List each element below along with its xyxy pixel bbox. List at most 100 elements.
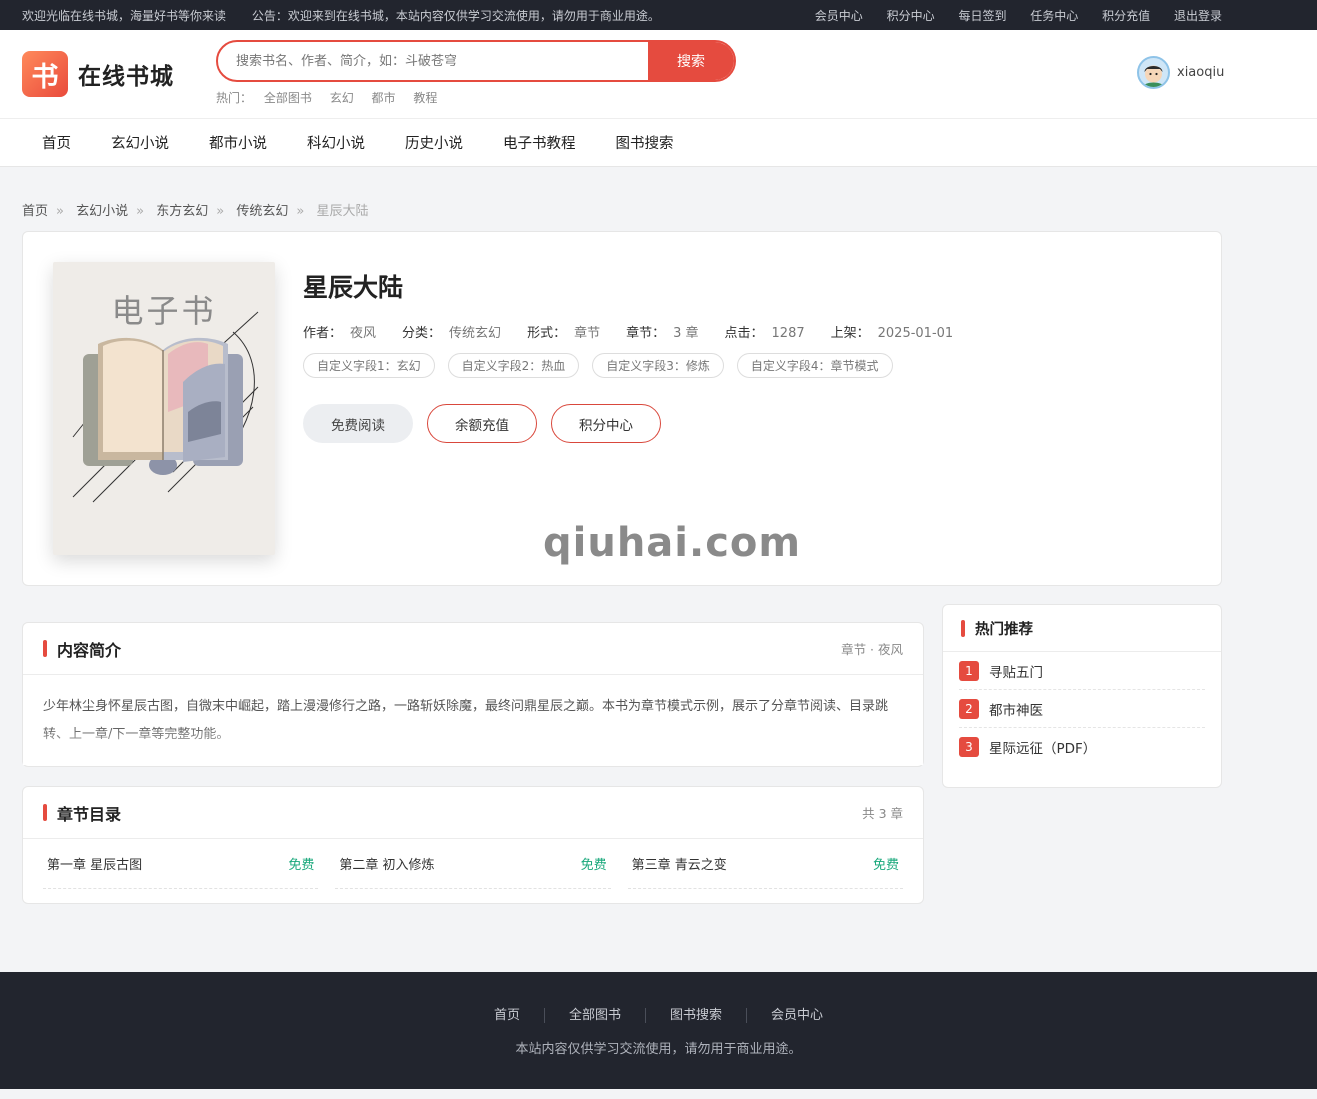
hot-keyword-fantasy[interactable]: 玄幻	[330, 91, 354, 105]
hot-recommend-list: 1 寻贴五门 2 都市神医 3 星际远征（PDF）	[943, 652, 1221, 766]
footer-links: 首页 全部图书 图书搜索 会员中心	[0, 1008, 1317, 1023]
footer-link-all-books[interactable]: 全部图书	[545, 1008, 646, 1023]
search-button[interactable]: 搜索	[648, 42, 734, 80]
breadcrumb-eastern-fantasy[interactable]: 东方玄幻	[156, 204, 208, 219]
free-read-button[interactable]: 免费阅读	[303, 404, 413, 443]
breadcrumb-separator: »	[56, 204, 64, 219]
book-actions: 免费阅读 余额充值 积分中心	[303, 404, 675, 443]
hot-recommend-panel: 热门推荐 1 寻贴五门 2 都市神医 3 星际远征（PDF）	[942, 604, 1222, 788]
meta-value: 3 章	[673, 326, 699, 341]
meta-label: 章节：	[626, 326, 666, 341]
meta-value: 章节	[574, 326, 601, 341]
breadcrumb-home[interactable]: 首页	[22, 204, 48, 219]
link-points-recharge[interactable]: 积分充值	[1102, 9, 1150, 23]
link-task-center[interactable]: 任务中心	[1030, 9, 1078, 23]
intro-title: 内容简介	[43, 637, 121, 661]
rank-badge: 1	[959, 660, 979, 681]
free-badge: 免费	[872, 858, 899, 873]
chapter-name[interactable]: 第二章 初入修炼	[339, 854, 434, 873]
book-cover: 电子书	[53, 262, 275, 555]
user-name[interactable]: xiaoqiu	[1177, 65, 1224, 80]
hot-keyword-all-books[interactable]: 全部图书	[264, 91, 312, 105]
meta-category: 分类： 传统玄幻	[402, 322, 501, 341]
hot-recommend-title: 热门推荐	[961, 618, 1033, 639]
link-logout[interactable]: 退出登录	[1174, 9, 1222, 23]
hot-book-name[interactable]: 寻贴五门	[989, 661, 1043, 681]
open-book-illustration-icon	[72, 311, 259, 503]
list-item[interactable]: 1 寻贴五门	[959, 652, 1205, 690]
meta-publish-date: 上架： 2025-01-01	[831, 322, 954, 341]
meta-chapters: 章节： 3 章	[626, 322, 698, 341]
nav-home[interactable]: 首页	[22, 132, 91, 153]
free-badge: 免费	[288, 858, 315, 873]
breadcrumb-traditional-fantasy[interactable]: 传统玄幻	[236, 204, 288, 219]
meta-label: 分类：	[402, 326, 442, 341]
chapter-item[interactable]: 第二章 初入修炼 免费	[335, 839, 611, 889]
points-center-button[interactable]: 积分中心	[551, 404, 661, 443]
search-input[interactable]	[218, 42, 648, 80]
meta-value: 2025-01-01	[877, 326, 954, 341]
book-logo-icon: 书	[22, 51, 68, 97]
meta-label: 点击：	[724, 326, 764, 341]
meta-label: 形式：	[527, 326, 567, 341]
user-menu[interactable]: xiaoqiu	[1137, 56, 1224, 89]
nav-scifi[interactable]: 科幻小说	[287, 132, 385, 153]
rank-badge: 2	[959, 698, 979, 719]
footer-link-member-center[interactable]: 会员中心	[747, 1008, 847, 1023]
nav-ebook-tutorial[interactable]: 电子书教程	[483, 132, 596, 153]
breadcrumb-current: 星辰大陆	[316, 204, 369, 219]
link-points-center[interactable]: 积分中心	[887, 9, 935, 23]
meta-value[interactable]: 传统玄幻	[449, 326, 501, 341]
breadcrumb-separator: »	[216, 204, 225, 219]
nav-history[interactable]: 历史小说	[385, 132, 483, 153]
tag-custom-field-4: 自定义字段4：章节模式	[736, 353, 893, 378]
intro-fade-overlay	[23, 725, 923, 765]
free-badge: 免费	[580, 858, 607, 873]
footer-link-book-search[interactable]: 图书搜索	[646, 1008, 748, 1023]
chapter-item[interactable]: 第一章 星辰古图 免费	[43, 839, 319, 889]
meta-value[interactable]: 夜风	[350, 326, 376, 341]
hot-label: 热门：	[216, 91, 253, 105]
chapter-name[interactable]: 第三章 青云之变	[632, 854, 727, 873]
welcome-text: 欢迎光临在线书城，海量好书等你来读	[22, 8, 227, 23]
rank-badge: 3	[959, 737, 979, 757]
header: 书 在线书城 搜索 热门： 全部图书 玄幻 都市 教程 xiaoqiu	[0, 30, 1317, 118]
avatar[interactable]	[1137, 56, 1170, 89]
hot-keyword-tutorial[interactable]: 教程	[413, 91, 437, 105]
site-logo[interactable]: 书 在线书城	[22, 51, 174, 97]
list-item[interactable]: 3 星际远征（PDF）	[959, 728, 1205, 766]
meta-clicks: 点击： 1287	[725, 322, 805, 341]
watermark-text: qiuhai.com	[543, 520, 802, 566]
meta-label: 上架：	[830, 326, 870, 341]
hot-keyword-urban[interactable]: 都市	[372, 91, 396, 105]
link-member-center[interactable]: 会员中心	[815, 9, 863, 23]
breadcrumb-separator: »	[136, 204, 145, 219]
footer: 首页 全部图书 图书搜索 会员中心 本站内容仅供学习交流使用，请勿用于商业用途。	[0, 972, 1317, 1089]
search-box: 搜索	[216, 40, 736, 82]
tag-custom-field-2: 自定义字段2：热血	[447, 353, 580, 378]
meta-value: 1287	[771, 326, 805, 341]
chapter-list: 第一章 星辰古图 免费 第二章 初入修炼 免费 第三章 青云之变 免费	[23, 839, 923, 889]
meta-author: 作者： 夜风	[303, 322, 376, 341]
balance-recharge-button[interactable]: 余额充值	[427, 404, 537, 443]
intro-panel: 内容简介 章节 · 夜风 少年林尘身怀星辰古图，自微末中崛起，踏上漫漫修行之路，…	[22, 622, 924, 767]
user-avatar-icon	[1143, 65, 1164, 87]
chapters-count: 共 3 章	[862, 806, 903, 821]
hot-book-name[interactable]: 都市神医	[989, 699, 1043, 719]
breadcrumb-fantasy[interactable]: 玄幻小说	[76, 204, 128, 219]
footer-note: 本站内容仅供学习交流使用，请勿用于商业用途。	[515, 1042, 802, 1057]
intro-body: 少年林尘身怀星辰古图，自微末中崛起，踏上漫漫修行之路，一路斩妖除魔，最终问鼎星辰…	[23, 675, 923, 765]
top-bar: 欢迎光临在线书城，海量好书等你来读 公告：欢迎来到在线书城，本站内容仅供学习交流…	[0, 0, 1317, 30]
nav-urban[interactable]: 都市小说	[189, 132, 287, 153]
tag-custom-field-3: 自定义字段3：修炼	[592, 353, 724, 378]
nav-fantasy[interactable]: 玄幻小说	[91, 132, 189, 153]
book-info-card: 电子书 星辰大陆 作者： 夜风 分类： 传统玄幻 形式： 章节 章节： 3 章 …	[22, 231, 1222, 586]
nav-book-search[interactable]: 图书搜索	[596, 132, 694, 153]
footer-link-home[interactable]: 首页	[470, 1008, 545, 1023]
chapter-item[interactable]: 第三章 青云之变 免费	[627, 839, 903, 889]
hot-book-name[interactable]: 星际远征（PDF）	[989, 737, 1096, 757]
link-daily-checkin[interactable]: 每日签到	[958, 9, 1006, 23]
custom-field-tags: 自定义字段1：玄幻 自定义字段2：热血 自定义字段3：修炼 自定义字段4：章节模…	[303, 353, 906, 378]
list-item[interactable]: 2 都市神医	[959, 690, 1205, 728]
chapter-name[interactable]: 第一章 星辰古图	[47, 854, 142, 873]
